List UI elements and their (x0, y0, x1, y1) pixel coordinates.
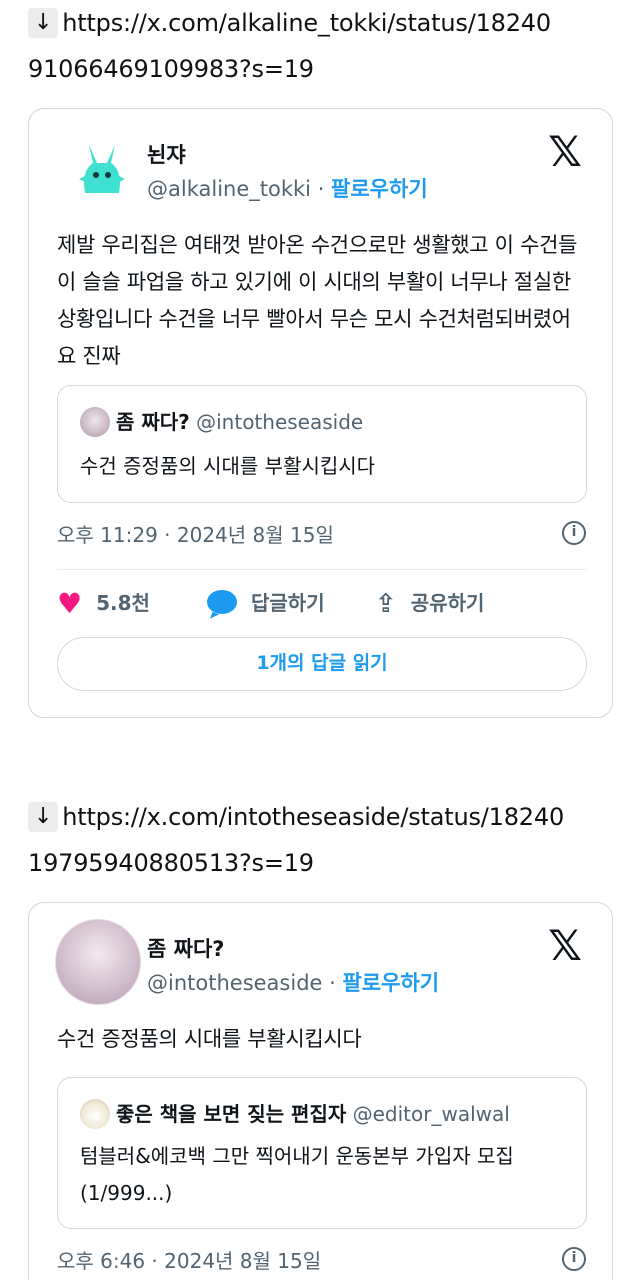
tweet-text: 수건 증정품의 시대를 부활시킵시다 (57, 1027, 362, 1051)
info-icon[interactable]: i (562, 1247, 586, 1271)
post1-link[interactable]: ↓ https://x.com/alkaline_tokki/status/182… (28, 0, 551, 46)
quoted-tweet[interactable]: 좋은 책을 보면 짖는 편집자 @editor_walwal 텀블러&에코백 그… (57, 1077, 587, 1229)
timestamp[interactable]: 오후 6:46 · 2024년 8월 15일 (57, 1245, 321, 1274)
x-logo-icon[interactable]: 𝕏 (548, 921, 582, 970)
post2-link-line1[interactable]: https://x.com/intotheseaside/status/1824… (62, 803, 564, 831)
post2-link-line2[interactable]: 19795940880513?s=19 (28, 840, 314, 886)
tweet-header: 뇐쟈 @alkaline_tokki · 팔로우하기 𝕏 (29, 109, 612, 209)
divider (57, 569, 587, 570)
follow-button[interactable]: 팔로우하기 (342, 971, 439, 995)
display-name[interactable]: 뇐쟈 (147, 139, 186, 169)
post1-link-line1[interactable]: https://x.com/alkaline_tokki/status/1824… (62, 9, 551, 37)
quoted-text: 텀블러&에코백 그만 찍어내기 운동본부 가입자 모집 (1/999...) (80, 1144, 514, 1205)
timestamp[interactable]: 오후 11:29 · 2024년 8월 15일 (57, 519, 334, 548)
quoted-tweet-header: 좀 짜다? @intotheseaside (80, 406, 363, 437)
tweet-card-2: 좀 짜다? @intotheseaside · 팔로우하기 𝕏 수건 증정품의 … (28, 902, 613, 1280)
quoted-text: 수건 증정품의 시대를 부활시킵시다 (80, 454, 376, 478)
quoted-display-name: 좋은 책을 보면 짖는 편집자 (116, 1102, 347, 1126)
quoted-display-name: 좀 짜다? (116, 410, 190, 434)
download-arrow-icon: ↓ (28, 8, 59, 38)
action-bar: ♥ 5.8천 답글하기 ⇪ 공유하기 (57, 583, 587, 623)
post1-link-line2[interactable]: 91066469109983?s=19 (28, 46, 314, 92)
tweet-header: 좀 짜다? @intotheseaside · 팔로우하기 𝕏 (29, 903, 612, 1005)
quoted-handle: @intotheseaside (196, 410, 364, 434)
quoted-tweet-header: 좋은 책을 보면 짖는 편집자 @editor_walwal (80, 1098, 510, 1129)
handle[interactable]: @alkaline_tokki (147, 177, 311, 201)
handle-line: @intotheseaside · 팔로우하기 (147, 967, 439, 997)
handle-line: @alkaline_tokki · 팔로우하기 (147, 173, 428, 203)
quoted-tweet[interactable]: 좀 짜다? @intotheseaside 수건 증정품의 시대를 부활시킵시다 (57, 385, 587, 503)
quoted-avatar (80, 407, 110, 437)
share-icon: ⇪ (375, 589, 397, 619)
separator: · (322, 971, 343, 995)
handle[interactable]: @intotheseaside (147, 971, 322, 995)
display-name[interactable]: 좀 짜다? (147, 933, 224, 963)
download-arrow-icon: ↓ (28, 802, 59, 832)
follow-button[interactable]: 팔로우하기 (331, 177, 428, 201)
like-button[interactable]: ♥ 5.8천 (57, 583, 150, 623)
reply-label: 답글하기 (251, 591, 325, 615)
share-label: 공유하기 (410, 591, 485, 615)
read-replies-button[interactable]: 1개의 답글 읽기 (57, 637, 587, 691)
quoted-handle: @editor_walwal (352, 1102, 510, 1126)
info-icon[interactable]: i (562, 521, 586, 545)
heart-icon: ♥ (57, 587, 83, 620)
tweet-text: 제발 우리집은 여태껏 받아온 수건으로만 생활했고 이 수건들이 슬슬 파업을… (57, 233, 578, 368)
share-button[interactable]: ⇪ 공유하기 (375, 583, 484, 623)
post2-link[interactable]: ↓ https://x.com/intotheseaside/status/182… (28, 794, 564, 840)
tweet-card-1: 뇐쟈 @alkaline_tokki · 팔로우하기 𝕏 제발 우리집은 여태껏… (28, 108, 613, 718)
avatar-rabbit-icon[interactable] (71, 141, 133, 203)
reply-button[interactable]: 답글하기 (207, 583, 325, 623)
avatar[interactable] (55, 919, 141, 1005)
separator: · (311, 177, 332, 201)
reply-bubble-icon (207, 590, 237, 614)
x-logo-icon[interactable]: 𝕏 (548, 127, 582, 176)
quoted-avatar (80, 1099, 110, 1129)
like-count: 5.8천 (96, 591, 150, 615)
